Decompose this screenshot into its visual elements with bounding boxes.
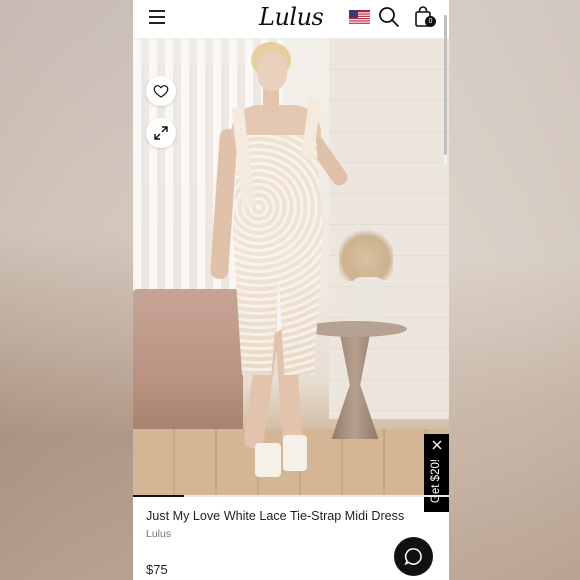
search-icon[interactable] xyxy=(378,6,400,28)
model-shoe-left xyxy=(255,443,281,477)
top-navigation-bar: Lulus 0 xyxy=(133,0,449,39)
get-20-promo-tab[interactable]: Get $20! xyxy=(424,434,449,512)
image-pampas xyxy=(339,227,393,281)
product-image[interactable] xyxy=(133,39,449,495)
scrollbar-thumb[interactable] xyxy=(444,15,447,155)
expand-arrows-icon xyxy=(154,126,168,140)
background-blur-left xyxy=(0,0,133,580)
chat-bubble-icon xyxy=(404,548,422,566)
heart-icon xyxy=(153,85,169,98)
model-face xyxy=(257,51,287,91)
shopping-bag-icon[interactable]: 0 xyxy=(414,6,438,30)
image-vase xyxy=(351,277,385,323)
expand-image-button[interactable] xyxy=(146,118,176,148)
phone-screen: Lulus 0 Get $20! Just My Love White Lace… xyxy=(133,0,449,580)
product-price: $75 xyxy=(146,562,168,577)
image-carousel-progress-fill xyxy=(133,495,184,497)
hamburger-menu-icon[interactable] xyxy=(149,10,165,24)
us-flag-icon[interactable] xyxy=(349,10,370,25)
product-brand[interactable]: Lulus xyxy=(146,527,266,541)
image-table-top xyxy=(303,321,407,337)
promo-label: Get $20! xyxy=(430,458,442,504)
lulus-logo[interactable]: Lulus xyxy=(259,2,324,32)
background-blur-right xyxy=(449,0,580,580)
image-sofa xyxy=(133,289,243,441)
favorite-button[interactable] xyxy=(146,76,176,106)
model-shoe-right xyxy=(283,435,307,471)
product-title: Just My Love White Lace Tie-Strap Midi D… xyxy=(146,509,405,523)
chat-button[interactable] xyxy=(394,537,433,576)
bag-count-badge: 0 xyxy=(425,16,436,27)
